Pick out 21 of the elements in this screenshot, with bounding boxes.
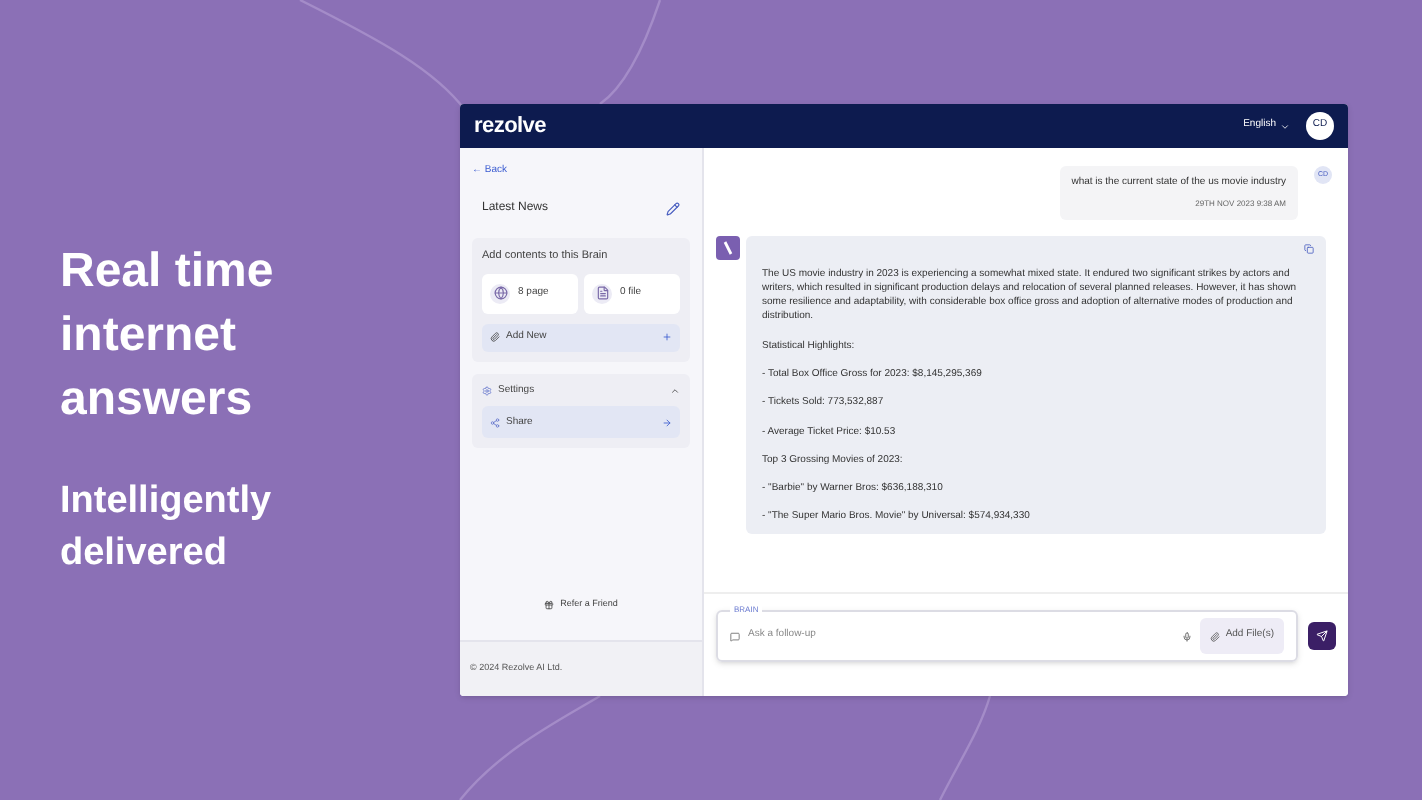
edit-icon[interactable] [666,201,680,215]
arrow-right-icon [662,417,672,428]
paperclip-icon [490,332,500,343]
tagline: Intelligently delivered [60,478,274,578]
globe-icon [493,286,507,301]
headline: Real time internet answers [60,242,276,430]
plus-icon [662,332,672,343]
send-button[interactable] [1308,622,1336,650]
settings-icon [482,386,492,396]
logo[interactable]: rezolve [474,109,546,143]
bot-avatar-icon [716,235,740,259]
microphone-icon[interactable] [1181,631,1192,641]
gift-icon [544,600,555,611]
copy-icon[interactable] [1304,243,1314,253]
chevron-down-icon [1280,121,1290,131]
paperclip-icon [1209,631,1220,641]
share-icon [490,417,500,428]
chevron-up-icon [670,386,680,396]
chat-icon [730,631,740,641]
document-icon [595,286,609,301]
send-icon [1316,630,1328,642]
